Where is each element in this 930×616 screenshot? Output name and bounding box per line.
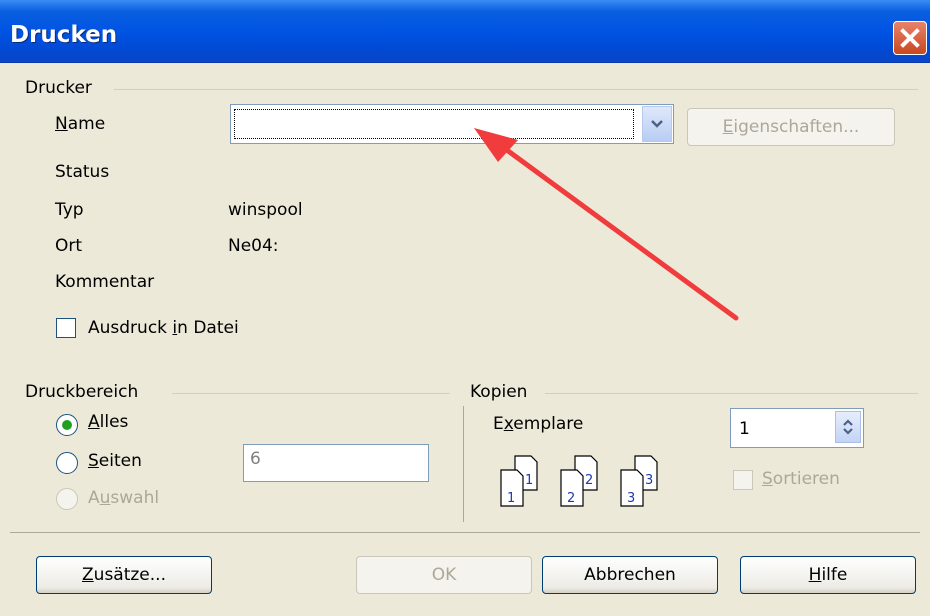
radio-all-label[interactable]: Alles (88, 412, 128, 432)
close-button[interactable] (893, 21, 927, 55)
options-button-label: Zusätze... (82, 565, 166, 585)
cancel-button[interactable]: Abbrechen (542, 556, 718, 594)
cancel-button-label: Abbrechen (584, 565, 676, 585)
ok-button[interactable]: OK (356, 556, 532, 594)
close-icon (900, 28, 920, 48)
printer-group-label: Drucker (25, 78, 92, 98)
up-down-arrows-icon (843, 419, 853, 435)
copies-count-value: 1 (739, 419, 750, 439)
group-separator (463, 406, 464, 522)
location-label: Ort (55, 236, 83, 256)
page-number: 1 (507, 491, 515, 506)
radio-all[interactable] (56, 414, 78, 436)
printer-group-divider (114, 89, 918, 90)
properties-button-label: Eigenschaften... (722, 117, 860, 137)
radio-selected-dot (62, 420, 72, 430)
printer-name-combobox[interactable] (230, 104, 674, 144)
collate-pages-icon: 1 1 2 2 3 3 (500, 455, 658, 507)
copies-group-label: Kopien (470, 382, 528, 402)
type-label: Typ (55, 200, 84, 220)
bottom-divider (10, 532, 920, 533)
status-label: Status (55, 162, 110, 182)
location-value: Ne04: (228, 236, 279, 256)
pages-input[interactable]: 6 (243, 444, 429, 482)
combo-dropdown-button[interactable] (642, 106, 672, 142)
collate-label[interactable]: Sortieren (762, 469, 840, 489)
comment-label: Kommentar (55, 272, 155, 292)
page-number: 2 (585, 473, 593, 488)
print-to-file-label[interactable]: Ausdruck in Datei (88, 318, 239, 338)
page-number: 2 (567, 491, 575, 506)
print-range-group-divider (172, 393, 450, 394)
collate-checkbox[interactable] (733, 470, 753, 490)
spin-buttons[interactable] (835, 411, 861, 443)
page-number: 3 (645, 473, 653, 488)
page-number: 3 (627, 491, 635, 506)
copies-group-divider (545, 393, 918, 394)
radio-selection[interactable] (56, 488, 78, 510)
chevron-down-icon (651, 120, 663, 128)
window-title: Drucken (10, 22, 118, 48)
printer-name-value (234, 109, 634, 139)
dialog-client: Drucker Name Eigenschaften... Status Typ… (10, 64, 920, 610)
options-button[interactable]: Zusätze... (36, 556, 212, 594)
print-range-group-label: Druckbereich (25, 382, 139, 402)
page-number: 1 (525, 473, 533, 488)
copies-count-label: Exemplare (493, 414, 584, 434)
radio-pages[interactable] (56, 452, 78, 474)
title-bar[interactable]: Drucken (0, 0, 930, 63)
help-button[interactable]: Hilfe (740, 556, 916, 594)
name-label: Name (55, 114, 106, 134)
print-to-file-checkbox[interactable] (56, 318, 76, 338)
radio-selection-label[interactable]: Auswahl (88, 488, 159, 508)
properties-button[interactable]: Eigenschaften... (687, 108, 895, 146)
type-value: winspool (228, 200, 303, 220)
radio-pages-label[interactable]: Seiten (88, 451, 142, 471)
help-button-label: Hilfe (808, 565, 848, 585)
copies-spinbox[interactable]: 1 (730, 408, 864, 448)
ok-button-label: OK (431, 565, 457, 585)
